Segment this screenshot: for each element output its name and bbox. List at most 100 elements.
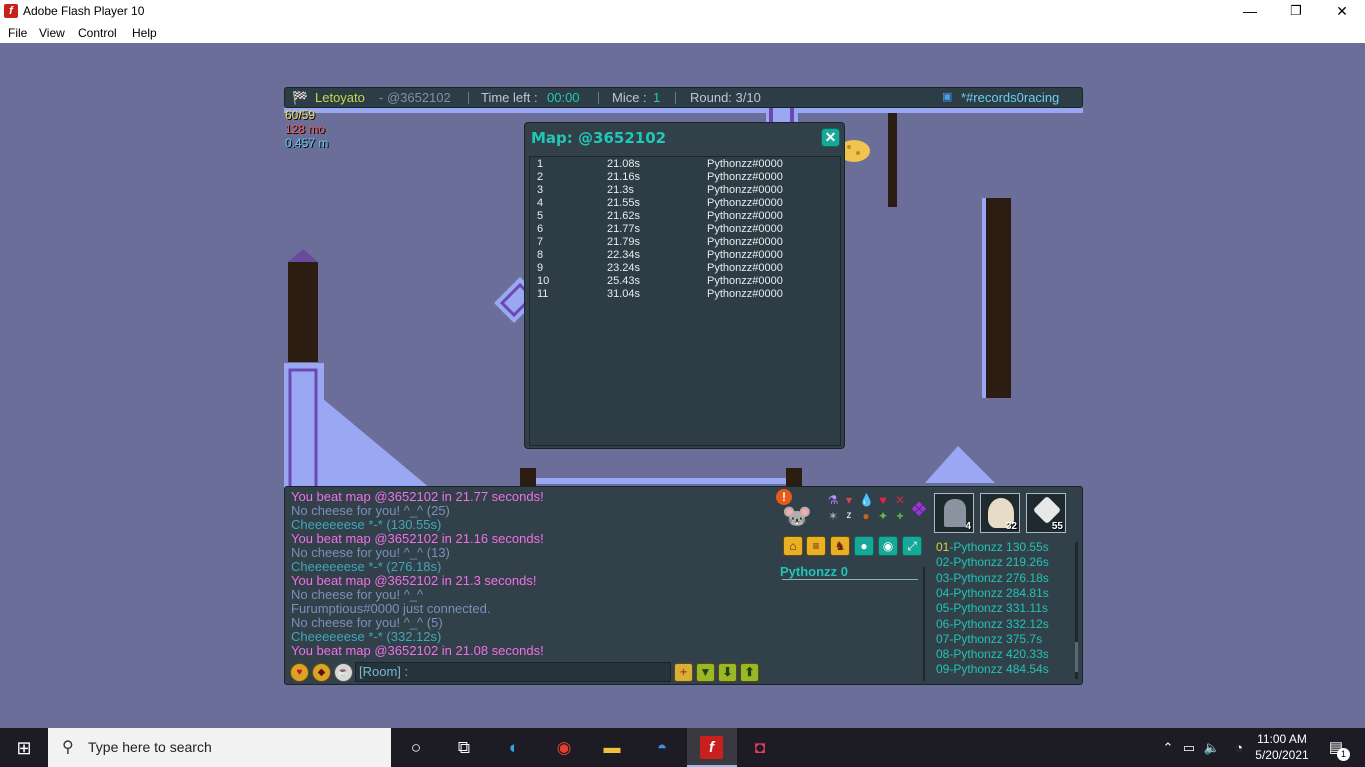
- chat-message: You beat map @3652102 in 21.77 seconds!: [291, 489, 544, 504]
- ranking-text: -Pythonzz 420.33s: [949, 647, 1049, 662]
- portrait-count: 32: [1005, 521, 1017, 532]
- flash-taskbar-button[interactable]: f: [687, 728, 737, 767]
- plus-icon[interactable]: +: [674, 663, 693, 682]
- scrollbar-track[interactable]: [923, 567, 925, 681]
- ranking-entry[interactable]: 03-Pythonzz 276.18s: [936, 571, 1049, 586]
- menu-control[interactable]: Control: [78, 26, 117, 40]
- title-bar: f Adobe Flash Player 10 — ❐ ✕: [0, 0, 1365, 23]
- close-button[interactable]: ✕: [1319, 0, 1365, 23]
- record-player: Pythonzz#0000: [707, 158, 783, 170]
- mouse-portrait-icon[interactable]: 32: [980, 493, 1020, 533]
- ranking-entry[interactable]: 08-Pythonzz 420.33s: [936, 647, 1049, 662]
- record-time: 23.24s: [607, 262, 641, 274]
- chrome-icon[interactable]: ◉: [551, 736, 577, 760]
- ranking-position: 02: [936, 555, 950, 570]
- mouse-avatar-icon[interactable]: 🐭: [777, 503, 817, 531]
- divider: [468, 92, 469, 104]
- task-view-icon[interactable]: ⧉: [451, 736, 477, 760]
- ranking-entry[interactable]: 02-Pythonzz 219.26s: [936, 555, 1049, 570]
- windows-start-icon[interactable]: ⊞: [11, 736, 37, 760]
- record-player: Pythonzz#0000: [707, 184, 783, 196]
- ranking-text: -Pythonzz 284.81s: [949, 585, 1049, 600]
- ranking-entry[interactable]: 09-Pythonzz 484.54s: [936, 662, 1049, 677]
- ranking-entry[interactable]: 05-Pythonzz 331.11s: [936, 601, 1048, 616]
- crystal-icon: ❖: [910, 499, 928, 521]
- record-rank: 10: [537, 275, 550, 287]
- wifi-icon[interactable]: ◔: [1226, 736, 1252, 760]
- tombstone-count: 4: [965, 521, 971, 532]
- records-list[interactable]: 1 21.08s Pythonzz#0000 2 21.16s Pythonzz#0000…: [529, 156, 841, 446]
- ranking-text: -Pythonzz 484.54s: [949, 662, 1049, 677]
- game-stage[interactable]: 🏁 Letoyato - @3652102 Time left : 00:00 …: [0, 43, 1365, 728]
- home-icon[interactable]: ⌂: [783, 536, 803, 556]
- arrow-down-icon[interactable]: ⬇: [718, 663, 737, 682]
- record-rank: 11: [537, 288, 549, 300]
- axe-head-shape: [1032, 495, 1062, 525]
- record-time: 21.62s: [607, 210, 641, 222]
- clock[interactable]: 11:00 AM 5/20/2021: [1252, 731, 1312, 763]
- ranking-position: 09: [936, 662, 950, 677]
- chevron-down-icon[interactable]: ▼: [696, 663, 715, 682]
- record-rank: 5: [537, 210, 544, 222]
- fullscreen-icon[interactable]: ⤢: [902, 536, 922, 556]
- map-code[interactable]: - @3652102: [379, 88, 451, 107]
- list-icon[interactable]: ≡: [806, 536, 826, 556]
- edge-icon[interactable]: ◐: [501, 736, 527, 760]
- tribe-shield-icon[interactable]: ◆: [312, 663, 331, 682]
- cauldron-icon: ▾: [845, 493, 853, 507]
- cortana-icon[interactable]: ○: [403, 736, 429, 760]
- cafe-cup-icon[interactable]: ☕: [334, 663, 353, 682]
- file-explorer-icon[interactable]: ▬: [599, 736, 625, 760]
- chat-bubble-icon[interactable]: ●: [854, 536, 874, 556]
- time-left-label: Time left :: [481, 90, 538, 105]
- ranking-entry[interactable]: 04-Pythonzz 284.81s: [936, 586, 1049, 601]
- record-rank: 1: [537, 158, 544, 170]
- record-time: 21.3s: [607, 184, 634, 196]
- shop-icon[interactable]: ♞: [830, 536, 850, 556]
- ranking-entry[interactable]: 01-Pythonzz 130.55s: [936, 540, 1049, 555]
- tombstone-icon[interactable]: 4: [934, 493, 974, 533]
- menu-help[interactable]: Help: [132, 26, 157, 40]
- clock-time: 11:00 AM: [1257, 732, 1307, 746]
- heart-icon[interactable]: ♥: [290, 663, 309, 682]
- minimize-button[interactable]: —: [1227, 0, 1273, 23]
- divider: [782, 579, 918, 580]
- close-icon[interactable]: ✕: [821, 128, 840, 147]
- search-box[interactable]: ⚲ Type here to search: [48, 728, 391, 767]
- record-time: 21.55s: [607, 197, 641, 209]
- arrow-up-icon[interactable]: ⬆: [740, 663, 759, 682]
- ranking-position: 04: [936, 585, 950, 600]
- player-name[interactable]: Pythonzz 0: [780, 564, 848, 579]
- flash-icon: f: [4, 4, 18, 18]
- record-player: Pythonzz#0000: [707, 249, 783, 261]
- chat-message: No cheese for you! ^_^ (13): [291, 545, 450, 560]
- notification-count: 1: [1337, 748, 1350, 761]
- ranking-entry[interactable]: 06-Pythonzz 332.12s: [936, 617, 1049, 632]
- record-time: 22.34s: [607, 249, 641, 261]
- crossed-swords-icon: ✕: [894, 493, 906, 507]
- menu-bar: File View Control Help: [0, 23, 1365, 43]
- chat-message: No cheese for you! ^_^ (5): [291, 615, 443, 630]
- divider: [598, 92, 599, 104]
- shaman-name[interactable]: Letoyato: [315, 88, 365, 107]
- player-score: 0: [840, 564, 848, 579]
- maximize-button[interactable]: ❐: [1273, 0, 1319, 23]
- chat-message: You beat map @3652102 in 21.16 seconds!: [291, 531, 544, 546]
- app-icon[interactable]: ◓: [649, 736, 675, 760]
- axe-icon[interactable]: 55: [1026, 493, 1066, 533]
- discord-icon[interactable]: ◘: [747, 736, 773, 760]
- discord-icon[interactable]: ◉: [878, 536, 898, 556]
- sparkle-icon: ✦: [877, 509, 889, 523]
- menu-file[interactable]: File: [8, 26, 27, 40]
- scrollbar-thumb[interactable]: [1075, 642, 1078, 672]
- round-counter: Round: 3/10: [690, 90, 761, 105]
- map-title: Map: @3652102: [531, 129, 667, 147]
- room-flag-icon: ▣: [942, 91, 953, 103]
- ranking-entry[interactable]: 07-Pythonzz 375.7s: [936, 632, 1042, 647]
- chat-message: You beat map @3652102 in 21.08 seconds!: [291, 643, 544, 658]
- volume-icon[interactable]: 🔈: [1199, 736, 1225, 760]
- menu-view[interactable]: View: [39, 26, 65, 40]
- ranking-text: -Pythonzz 276.18s: [949, 570, 1049, 585]
- record-rank: 6: [537, 223, 544, 235]
- chat-input[interactable]: [Room] :: [355, 662, 671, 682]
